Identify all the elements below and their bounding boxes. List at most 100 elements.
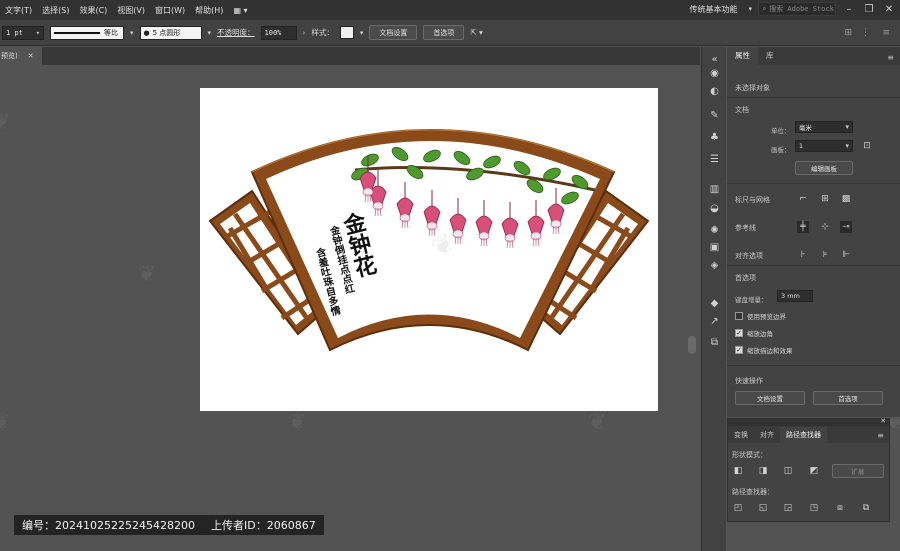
menu-help[interactable]: 帮助(H): [190, 5, 228, 16]
tab-align[interactable]: 对齐: [754, 427, 780, 443]
transparency-grid-icon[interactable]: ▩: [840, 193, 852, 205]
tab-properties[interactable]: 属性: [727, 47, 758, 65]
layers-icon[interactable]: ◆: [707, 297, 722, 311]
canvas-vertical-scrollbar[interactable]: [686, 65, 698, 551]
swatches-icon[interactable]: ▣: [707, 241, 722, 255]
exclude-icon[interactable]: ◩: [808, 465, 820, 477]
align-icon[interactable]: ⊞: [844, 28, 852, 38]
units-select[interactable]: 毫米 ▾: [795, 121, 853, 133]
stroke-profile-select[interactable]: 等比: [50, 25, 124, 40]
preferences-button[interactable]: 首选项: [423, 25, 465, 40]
menu-bar: 文字(T) 选择(S) 效果(C) 视图(V) 窗口(W) 帮助(H) ▦ ▾ …: [0, 0, 900, 20]
edit-artboard-button[interactable]: 编辑画板: [795, 161, 853, 175]
intersect-icon[interactable]: ◫: [782, 465, 794, 477]
watermark-icon: ❦: [138, 262, 157, 287]
artboard-options-icon[interactable]: ⊡: [861, 140, 873, 152]
menu-type[interactable]: 文字(T): [0, 5, 37, 16]
chevron-down-icon: ▾: [845, 123, 849, 131]
fan-artwork: 金钟花 金钟倒挂点点红 含羞吐珠自多情 ❦: [208, 129, 650, 352]
panel-menu-icon[interactable]: ≡: [881, 50, 900, 65]
close-tab-icon[interactable]: ✕: [28, 52, 34, 60]
scrollbar-thumb[interactable]: [688, 336, 696, 354]
chevron-down-icon[interactable]: ▾: [130, 29, 134, 37]
panel-menu-icon[interactable]: ≡: [882, 28, 890, 38]
transform-icon[interactable]: ⇱ ▾: [470, 28, 482, 37]
quick-preferences-button[interactable]: 首选项: [813, 391, 883, 405]
document-tab-strip: 预览) ✕: [0, 47, 700, 65]
preferences-section-title: 首选项: [735, 274, 756, 282]
workspace-switcher[interactable]: 传统基本功能: [684, 4, 742, 15]
units-value: 毫米: [799, 124, 812, 132]
stroke-weight-field[interactable]: 1 pt ▾: [2, 25, 44, 40]
graphic-styles-icon[interactable]: ◈: [707, 259, 722, 273]
merge-icon[interactable]: ◲: [782, 502, 794, 514]
smart-guides-icon[interactable]: ⊹: [819, 221, 831, 233]
snap-to-pixel-icon[interactable]: ⊩: [840, 249, 852, 261]
stock-search-input[interactable]: ⌕ 搜索 Adobe Stock: [758, 2, 836, 16]
crop-icon[interactable]: ◳: [808, 502, 820, 514]
chevron-down-icon[interactable]: ▾: [360, 29, 364, 37]
chevron-down-icon: ▾: [35, 28, 40, 37]
close-icon[interactable]: ✕: [882, 4, 896, 15]
tab-libraries[interactable]: 库: [758, 47, 782, 65]
menu-view[interactable]: 视图(V): [112, 5, 150, 16]
panel-drag-bar[interactable]: ✕: [728, 417, 889, 426]
symbols-icon[interactable]: ♣: [707, 131, 722, 145]
keyboard-increment-input[interactable]: 3 mm: [777, 290, 813, 302]
properties-panel-tabs: 属性 库 ≡: [727, 47, 900, 65]
tab-transform[interactable]: 变换: [728, 427, 754, 443]
style-swatch[interactable]: [339, 26, 354, 39]
grid-icon[interactable]: ⊞: [819, 193, 831, 205]
document-setup-button[interactable]: 文档设置: [369, 25, 418, 40]
menu-effect[interactable]: 效果(C): [74, 5, 112, 16]
restore-icon[interactable]: ❐: [862, 4, 876, 15]
rulers-icon[interactable]: ⌐: [797, 193, 809, 205]
opacity-label[interactable]: 不透明度：: [217, 27, 255, 38]
use-preview-bounds-checkbox[interactable]: 使用预览边界: [735, 311, 786, 321]
scale-corners-checkbox[interactable]: ✓ 缩放边角: [735, 328, 773, 338]
collapse-panels-icon[interactable]: «: [707, 53, 722, 67]
expand-button[interactable]: 扩展: [832, 464, 884, 478]
chevron-right-icon[interactable]: ›: [303, 29, 306, 37]
lock-guides-icon[interactable]: ⊸: [840, 221, 852, 233]
gradient-icon[interactable]: ▥: [707, 183, 722, 197]
artboard-select[interactable]: 1 ▾: [795, 140, 853, 152]
arrange-documents-icon[interactable]: ▦ ▾: [228, 6, 252, 15]
menu-select[interactable]: 选择(S): [37, 5, 74, 16]
brush-select[interactable]: ● 5 点圆形: [139, 25, 202, 40]
opacity-input[interactable]: 100%: [260, 25, 297, 40]
stroke-icon[interactable]: ☰: [707, 153, 722, 167]
show-guides-icon[interactable]: ╪: [797, 221, 809, 233]
menu-window[interactable]: 窗口(W): [150, 5, 190, 16]
snap-to-point-icon[interactable]: ⊦: [797, 249, 809, 261]
artboard[interactable]: 金钟花 金钟倒挂点点红 含羞吐珠自多情 ❦: [200, 88, 658, 411]
artboards-icon[interactable]: ⧉: [707, 336, 722, 350]
brushes-icon[interactable]: ✎: [707, 109, 722, 123]
minimize-icon[interactable]: –: [842, 4, 856, 15]
tab-pathfinder[interactable]: 路径查找器: [780, 427, 827, 443]
panel-menu-icon[interactable]: ≡: [872, 428, 889, 443]
unite-icon[interactable]: ◧: [732, 465, 744, 477]
image-id-text: 编号：20241025225245428200: [22, 519, 195, 532]
shape-modes-title: 形状模式：: [732, 451, 767, 459]
color-icon[interactable]: ✺: [707, 224, 722, 238]
transparency-icon[interactable]: ◒: [707, 202, 722, 216]
divider: [727, 183, 900, 184]
chevron-down-icon[interactable]: ▾: [748, 5, 752, 13]
export-icon[interactable]: ↗: [707, 315, 722, 329]
color-guide-icon[interactable]: ◐: [707, 85, 722, 99]
distribute-icon[interactable]: ⋮: [861, 28, 870, 38]
quick-document-setup-button[interactable]: 文档设置: [735, 391, 805, 405]
chevron-down-icon[interactable]: ▾: [208, 29, 212, 37]
scale-strokes-checkbox[interactable]: ✓ 缩放描边和效果: [735, 345, 793, 355]
document-tab[interactable]: 预览) ✕: [0, 47, 42, 65]
close-icon[interactable]: ✕: [880, 417, 886, 425]
divide-icon[interactable]: ◰: [732, 502, 744, 514]
snap-to-grid-icon[interactable]: ⊧: [819, 249, 831, 261]
minus-front-icon[interactable]: ◨: [757, 465, 769, 477]
outline-icon[interactable]: ⧈: [834, 502, 846, 514]
watermark-icon: ❦: [588, 410, 607, 435]
trim-icon[interactable]: ◱: [757, 502, 769, 514]
appearance-icon[interactable]: ◉: [707, 67, 722, 81]
minus-back-icon[interactable]: ⧉: [860, 502, 872, 514]
